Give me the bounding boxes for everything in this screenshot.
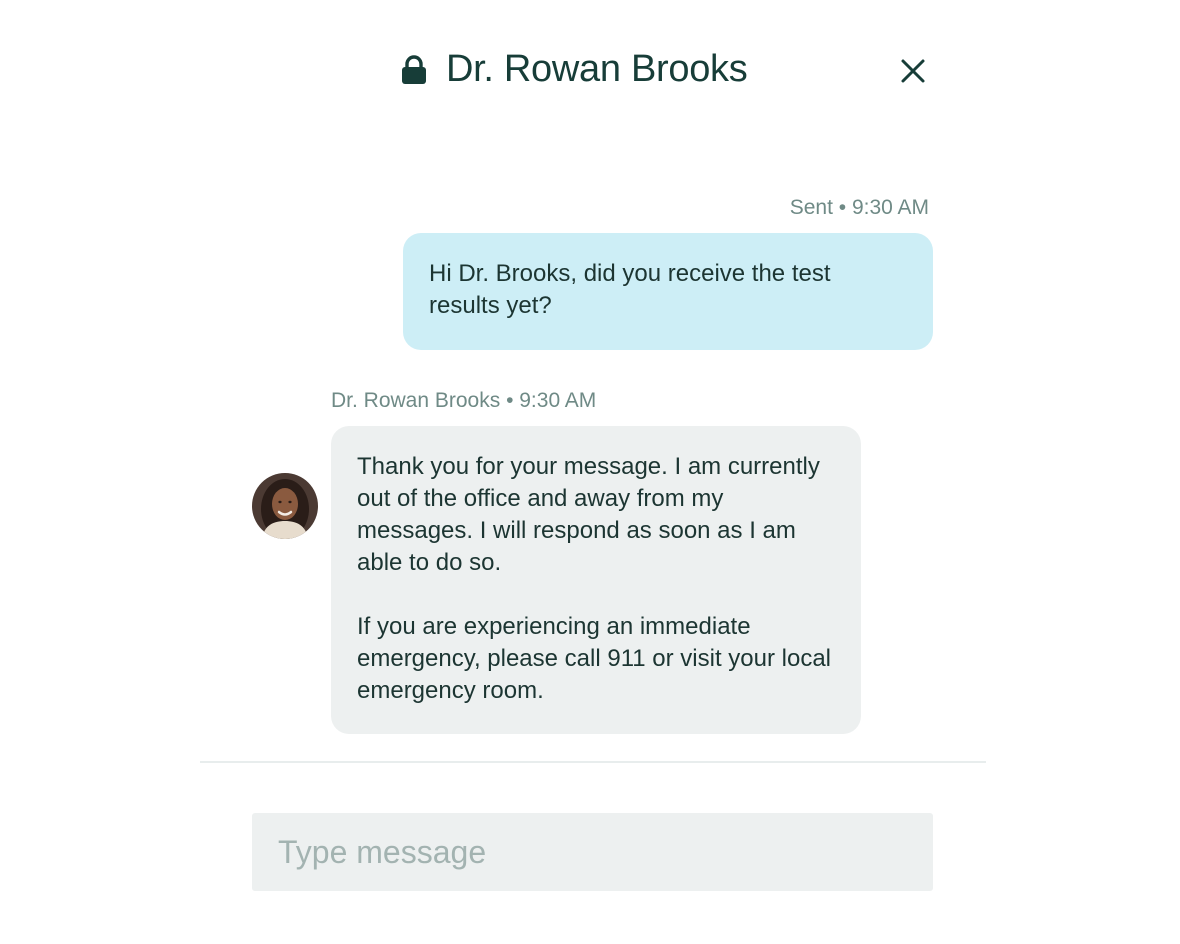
received-message-meta: Dr. Rowan Brooks • 9:30 AM xyxy=(331,389,597,412)
received-message-bubble: Thank you for your message. I am current… xyxy=(331,426,861,734)
composer-divider xyxy=(200,761,986,763)
close-icon[interactable] xyxy=(898,56,928,86)
lock-icon xyxy=(402,54,426,84)
header-title-group: Dr. Rowan Brooks xyxy=(400,48,748,91)
received-message-paragraph: If you are experiencing an immediate eme… xyxy=(357,613,831,704)
avatar-photo xyxy=(252,473,318,539)
received-message-paragraph: Thank you for your message. I am current… xyxy=(357,453,820,576)
sent-message-bubble: Hi Dr. Brooks, did you receive the test … xyxy=(403,233,933,350)
message-input[interactable] xyxy=(252,813,933,891)
chat-header: Dr. Rowan Brooks xyxy=(0,40,1180,100)
sent-message-meta: Sent • 9:30 AM xyxy=(789,196,929,219)
avatar xyxy=(252,473,318,539)
page-title: Dr. Rowan Brooks xyxy=(446,48,748,90)
